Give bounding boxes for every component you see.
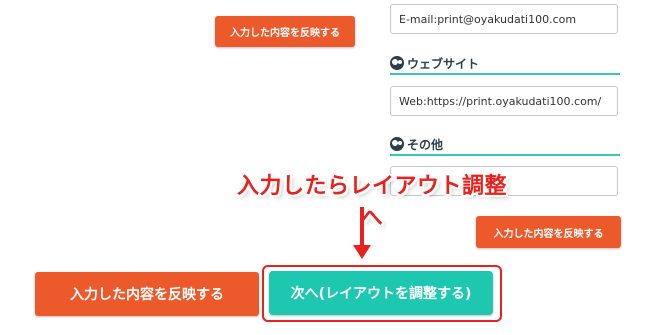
website-input[interactable]: Web:https://print.oyakudati100.com/ — [390, 86, 618, 116]
email-input-value: E-mail:print@oyakudati100.com — [399, 12, 577, 26]
apply-button-top[interactable]: 入力した内容を反映する — [215, 16, 355, 47]
email-input[interactable]: E-mail:print@oyakudati100.com — [390, 4, 618, 34]
other-section-header: その他 — [390, 134, 620, 156]
apply-button-label: 入力した内容を反映する — [70, 287, 224, 303]
next-button[interactable]: 次へ(レイアウトを調整する) — [269, 271, 493, 315]
next-button-label: 次へ(レイアウトを調整する) — [290, 286, 472, 302]
other-section-title: その他 — [407, 137, 444, 152]
apply-button-bottom[interactable]: 入力した内容を反映する — [35, 272, 259, 316]
bird-icon — [390, 137, 404, 151]
bird-icon — [390, 56, 404, 70]
callout-text: 入力したらレイアウト調整へ — [236, 174, 507, 231]
arrow-down-icon — [353, 245, 371, 259]
website-section-title: ウェブサイト — [407, 56, 480, 71]
callout-arrow-shaft — [360, 207, 364, 247]
website-input-value: Web:https://print.oyakudati100.com/ — [399, 94, 602, 108]
apply-button-label: 入力した内容を反映する — [230, 28, 340, 39]
website-section-header: ウェブサイト — [390, 53, 620, 75]
